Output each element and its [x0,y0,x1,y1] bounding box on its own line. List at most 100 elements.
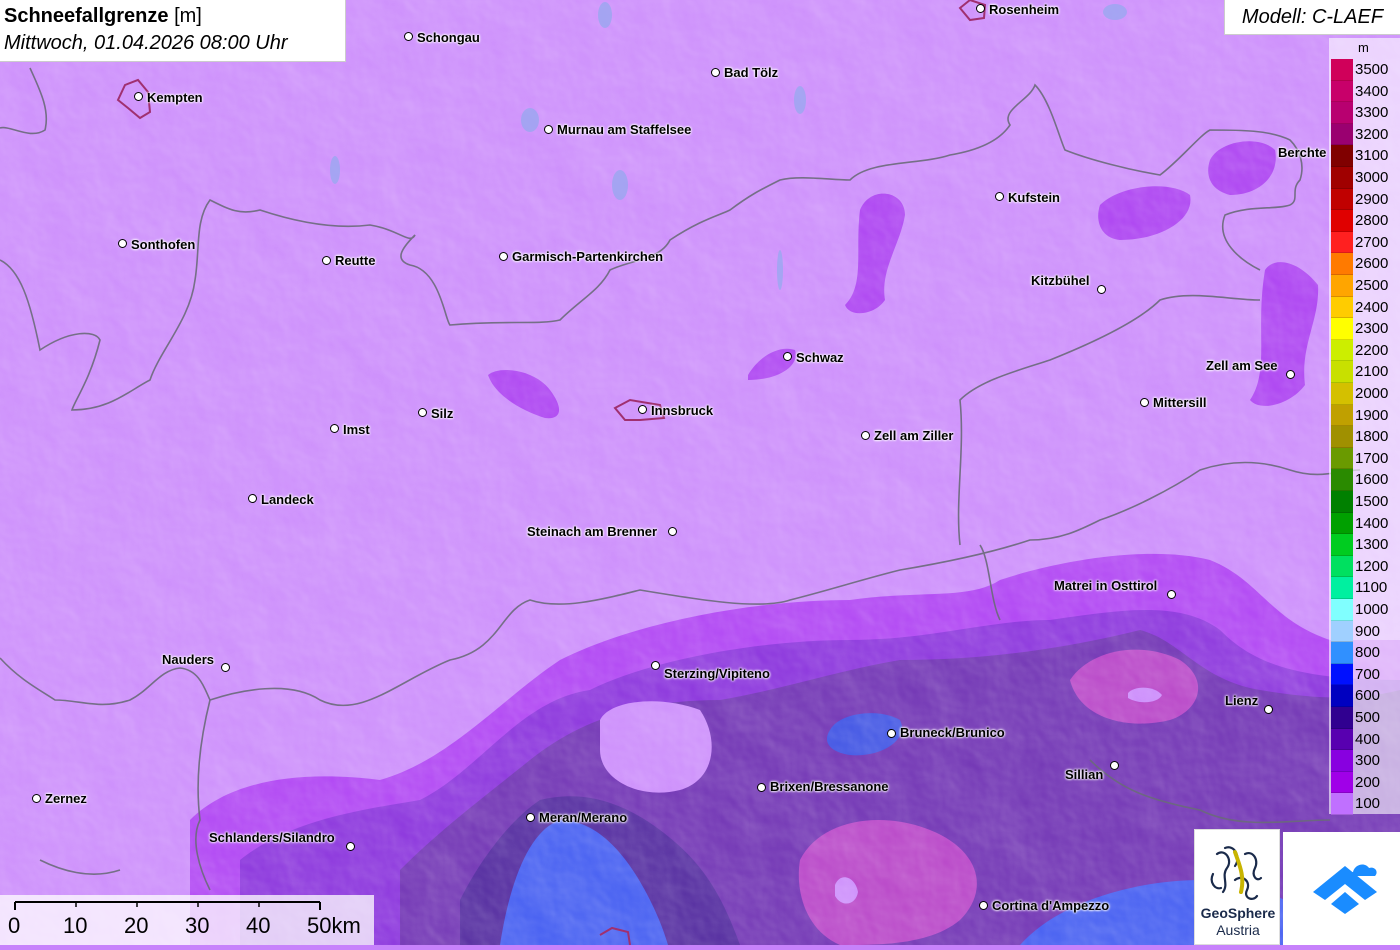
legend-swatch [1331,383,1353,405]
austria-text: Austria [1216,922,1260,938]
legend-label: 2000 [1355,385,1389,402]
city-dot [330,424,339,433]
city-label-bad-toelz[interactable]: Bad Tölz [724,66,778,80]
legend-label: 1200 [1355,557,1389,575]
city-label-rosenheim[interactable]: Rosenheim [989,3,1059,17]
legend-swatch [1331,771,1353,794]
city-label-berchtesgaden[interactable]: Berchte [1278,146,1326,160]
legend-label: 400 [1355,730,1381,748]
city-label-garmisch[interactable]: Garmisch-Partenkirchen [512,250,663,264]
city-label-sillian[interactable]: Sillian [1065,768,1103,782]
city-label-bruneck[interactable]: Bruneck/Brunico [900,726,1005,740]
legend-swatch [1331,167,1353,189]
legend-label: 600 [1355,687,1381,705]
scale-label-50km: 50km [307,913,361,938]
city-dot [134,92,143,101]
city-label-schongau[interactable]: Schongau [417,31,480,45]
city-label-murnau[interactable]: Murnau am Staffelsee [557,123,691,137]
city-dot [1264,705,1273,714]
city-label-cortina[interactable]: Cortina d'Ampezzo [992,899,1109,913]
legend-label: 1400 [1355,514,1389,532]
city-label-silz[interactable]: Silz [431,407,453,421]
city-dot [887,729,896,738]
city-label-matrei[interactable]: Matrei in Osttirol [1054,579,1157,593]
legend-swatch [1331,426,1353,448]
city-dot [118,239,127,248]
city-label-innsbruck[interactable]: Innsbruck [651,404,713,418]
city-label-zell-am-ziller[interactable]: Zell am Ziller [874,429,953,443]
legend-label: 2600 [1355,255,1389,273]
city-label-sonthofen[interactable]: Sonthofen [131,238,195,252]
scale-label-10: 10 [63,913,88,938]
app-logo[interactable] [1283,832,1400,945]
legend-swatch [1331,59,1353,81]
map-title-box: Schneefallgrenze [m] Mittwoch, 01.04.202… [0,0,346,62]
city-dot [668,527,677,536]
legend-label: 2500 [1355,277,1389,294]
legend-label: 300 [1355,752,1381,770]
legend-swatch [1331,707,1353,729]
legend-swatch [1331,512,1353,535]
city-label-lienz[interactable]: Lienz [1225,694,1258,708]
legend-label: 2700 [1355,233,1389,251]
snowfall-map[interactable] [0,0,1400,945]
city-label-imst[interactable]: Imst [343,423,370,437]
city-dot [651,661,660,670]
legend-swatch [1331,469,1353,491]
city-label-mittersill[interactable]: Mittersill [1153,396,1206,410]
legend-label: 1000 [1355,601,1389,618]
legend-label: 3300 [1355,104,1389,122]
terrain-relief [0,0,1400,945]
legend-swatch [1331,750,1353,772]
legend-label: 3000 [1355,169,1389,186]
legend-swatch [1331,404,1353,427]
city-label-sterzing[interactable]: Sterzing/Vipiteno [664,667,770,681]
city-label-steinach[interactable]: Steinach am Brenner [527,525,657,539]
city-label-reutte[interactable]: Reutte [335,254,375,268]
geosphere-logo[interactable]: GeoSphere Austria [1194,829,1280,945]
legend-swatch [1331,80,1353,103]
legend-swatch [1331,793,1353,815]
city-dot [861,431,870,440]
legend-label: 1300 [1355,536,1389,554]
city-dot [995,192,1004,201]
city-dot [1286,370,1295,379]
legend-label: 2800 [1355,212,1389,230]
city-label-landeck[interactable]: Landeck [261,493,314,507]
scale-label-20: 20 [124,913,149,938]
city-dot [404,32,413,41]
legend-label: 2900 [1355,190,1389,208]
legend-swatch [1331,145,1353,167]
city-label-kitzbuehel[interactable]: Kitzbühel [1031,274,1090,288]
legend-swatch [1331,253,1353,275]
city-dot [711,68,720,77]
legend-label: 900 [1355,622,1381,640]
legend-label: 1500 [1355,493,1389,510]
legend-swatch [1331,728,1353,751]
city-dot [32,794,41,803]
legend-swatch [1331,599,1353,621]
city-label-zell-am-see[interactable]: Zell am See [1206,359,1278,373]
city-label-meran[interactable]: Meran/Merano [539,811,627,825]
city-label-schwaz[interactable]: Schwaz [796,351,844,365]
city-dot [322,256,331,265]
legend-swatch [1331,275,1353,297]
legend-label: 100 [1355,795,1381,813]
cloud-arrow-icon [1313,864,1377,914]
city-label-kempten[interactable]: Kempten [147,91,203,105]
city-label-brixen[interactable]: Brixen/Bressanone [770,780,889,794]
legend-swatch [1331,361,1353,383]
legend-label: 1700 [1355,449,1389,467]
city-label-schlanders[interactable]: Schlanders/Silandro [209,831,335,845]
legend-swatch [1331,685,1353,707]
city-dot [248,494,257,503]
legend-swatch [1331,339,1353,362]
city-label-zernez[interactable]: Zernez [45,792,87,806]
legend-label: 1800 [1355,428,1389,446]
legend-swatch [1331,102,1353,124]
title-unit: [m] [174,5,202,27]
city-label-kufstein[interactable]: Kufstein [1008,191,1060,205]
legend-label: 200 [1355,773,1381,791]
legend-label: 3500 [1355,61,1389,78]
city-label-nauders[interactable]: Nauders [162,653,214,667]
